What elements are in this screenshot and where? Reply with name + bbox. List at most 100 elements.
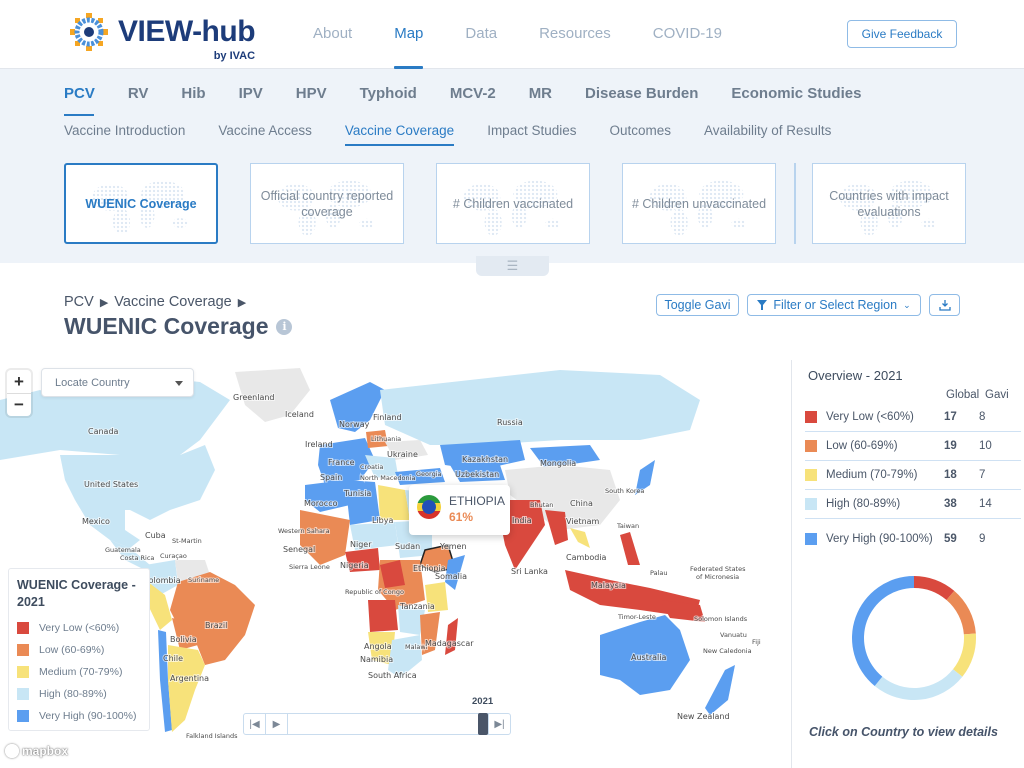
overview-global-count: 17 xyxy=(944,411,957,423)
map-label: South Africa xyxy=(368,671,417,680)
map-label: Republic of Congo xyxy=(345,588,404,596)
coverage-donut-chart xyxy=(852,576,976,700)
donut-slice[interactable] xyxy=(852,576,914,686)
overview-row[interactable]: High (80-89%) 38 14 xyxy=(805,490,1021,519)
tab-disease-burden[interactable]: Disease Burden xyxy=(585,85,698,110)
tab-rv[interactable]: RV xyxy=(128,85,149,110)
overview-global-count: 19 xyxy=(944,440,957,452)
country-west-africa[interactable] xyxy=(300,510,350,565)
overview-swatch xyxy=(805,498,817,510)
logo[interactable]: VIEW-hub by IVAC xyxy=(68,11,256,62)
country-madagascar[interactable] xyxy=(445,618,458,655)
overview-row[interactable]: Very Low (<60%) 17 8 xyxy=(805,403,1021,432)
collapse-handle[interactable]: ☰ xyxy=(476,256,549,276)
play-button[interactable]: ▶ xyxy=(266,714,288,734)
skip-back-icon: |◀ xyxy=(249,718,260,730)
country-russia[interactable] xyxy=(380,370,700,445)
country-philippines[interactable] xyxy=(620,532,640,565)
donut-slice[interactable] xyxy=(874,669,963,700)
skip-to-end-button[interactable]: ▶| xyxy=(488,714,510,734)
donut-slice[interactable] xyxy=(946,590,976,635)
tab-pcv[interactable]: PCV xyxy=(64,85,95,116)
overview-label: Medium (70-79%) xyxy=(826,469,918,481)
card-label: WUENIC Coverage xyxy=(85,196,197,211)
tab-vaccine-coverage[interactable]: Vaccine Coverage xyxy=(344,123,455,146)
cards-divider xyxy=(794,163,796,244)
overview-label: Low (60-69%) xyxy=(826,440,898,452)
tab-typhoid[interactable]: Typhoid xyxy=(360,85,417,110)
zoom-out-button[interactable]: − xyxy=(7,393,31,416)
map-canvas[interactable]: Greenland Iceland Canada United States Mexic… xyxy=(0,360,790,768)
give-feedback-button[interactable]: Give Feedback xyxy=(847,20,957,48)
country-laos[interactable] xyxy=(570,528,590,548)
country-myanmar[interactable] xyxy=(545,510,568,545)
map-label: Brazil xyxy=(205,621,227,630)
tab-hib[interactable]: Hib xyxy=(181,85,205,110)
map-label: Nigeria xyxy=(340,561,369,570)
legend-item: Medium (70-79%) xyxy=(17,661,141,683)
map-label: Cambodia xyxy=(566,553,607,562)
country-tooltip: ETHIOPIA 61% xyxy=(409,485,510,535)
overview-gavi-count: 9 xyxy=(979,533,986,545)
tab-availability-of-results[interactable]: Availability of Results xyxy=(704,123,831,144)
tab-economic-studies[interactable]: Economic Studies xyxy=(731,85,861,110)
skip-to-start-button[interactable]: |◀ xyxy=(244,714,266,734)
tab-mr[interactable]: MR xyxy=(529,85,552,110)
card-label: # Children vaccinated xyxy=(452,196,574,211)
map-label: Chile xyxy=(163,654,183,663)
legend-swatch xyxy=(17,688,29,700)
download-button[interactable] xyxy=(929,294,960,316)
overview-row[interactable]: Low (60-69%) 19 10 xyxy=(805,432,1021,461)
tab-hpv[interactable]: HPV xyxy=(296,85,327,110)
overview-row[interactable]: Medium (70-79%) 18 7 xyxy=(805,461,1021,490)
timeline-track[interactable] xyxy=(288,713,488,735)
nav-map[interactable]: Map xyxy=(394,0,424,69)
timeline-slider-handle[interactable] xyxy=(478,713,488,735)
tab-vaccine-introduction[interactable]: Vaccine Introduction xyxy=(64,123,185,144)
map-label: New Zealand xyxy=(677,712,730,721)
column-gavi: Gavi xyxy=(985,389,1009,401)
map-label: Canada xyxy=(88,427,119,436)
card-wuenic-coverage[interactable]: WUENIC Coverage xyxy=(64,163,218,244)
locate-country-dropdown[interactable]: Locate Country xyxy=(41,368,194,397)
nav-resources[interactable]: Resources xyxy=(539,0,611,69)
tooltip-value: 61% xyxy=(449,510,474,524)
mapbox-logo[interactable]: mapbox xyxy=(5,744,68,758)
tab-ipv[interactable]: IPV xyxy=(239,85,263,110)
info-icon[interactable]: i xyxy=(276,318,293,335)
donut-slice[interactable] xyxy=(952,633,976,677)
tab-mcv-2[interactable]: MCV-2 xyxy=(450,85,496,110)
map-label: Palau xyxy=(650,569,668,577)
nav-covid-19[interactable]: COVID-19 xyxy=(653,0,722,69)
zoom-in-button[interactable]: + xyxy=(7,370,31,393)
map-label: Senegal xyxy=(283,545,315,554)
map-label: Ireland xyxy=(305,440,333,449)
toggle-gavi-button[interactable]: Toggle Gavi xyxy=(656,294,739,316)
country-new-zealand[interactable] xyxy=(705,665,735,715)
click-country-hint: Click on Country to view details xyxy=(809,725,998,739)
column-global: Global xyxy=(946,389,980,401)
overview-row[interactable]: Very High (90-100%) 59 9 xyxy=(805,520,1021,558)
legend-item: Low (60-69%) xyxy=(17,639,141,661)
tab-vaccine-access[interactable]: Vaccine Access xyxy=(218,123,312,144)
card-official-country-reported-coverage[interactable]: Official country reported coverage xyxy=(250,163,404,244)
card-children-unvaccinated[interactable]: # Children unvaccinated xyxy=(622,163,776,244)
filter-region-dropdown[interactable]: Filter or Select Region ⌄ xyxy=(747,294,921,316)
card-children-vaccinated[interactable]: # Children vaccinated xyxy=(436,163,590,244)
breadcrumb-item[interactable]: PCV xyxy=(64,294,94,310)
legend-swatch xyxy=(17,622,29,634)
tab-outcomes[interactable]: Outcomes xyxy=(609,123,671,144)
country-angola[interactable] xyxy=(368,600,398,632)
card-countries-with-impact-evaluations[interactable]: Countries with impact evaluations xyxy=(812,163,966,244)
nav-data[interactable]: Data xyxy=(465,0,497,69)
download-icon xyxy=(938,300,951,311)
nav-about[interactable]: About xyxy=(313,0,352,69)
tab-impact-studies[interactable]: Impact Studies xyxy=(487,123,576,144)
map-label: Fiji xyxy=(752,638,761,646)
breadcrumb-item[interactable]: Vaccine Coverage xyxy=(114,294,231,310)
map-label: Guatemala xyxy=(105,546,141,554)
donut-slice[interactable] xyxy=(914,576,955,600)
overview-swatch xyxy=(805,469,817,481)
hamburger-icon: ☰ xyxy=(506,258,519,273)
map-label: India xyxy=(512,516,532,525)
